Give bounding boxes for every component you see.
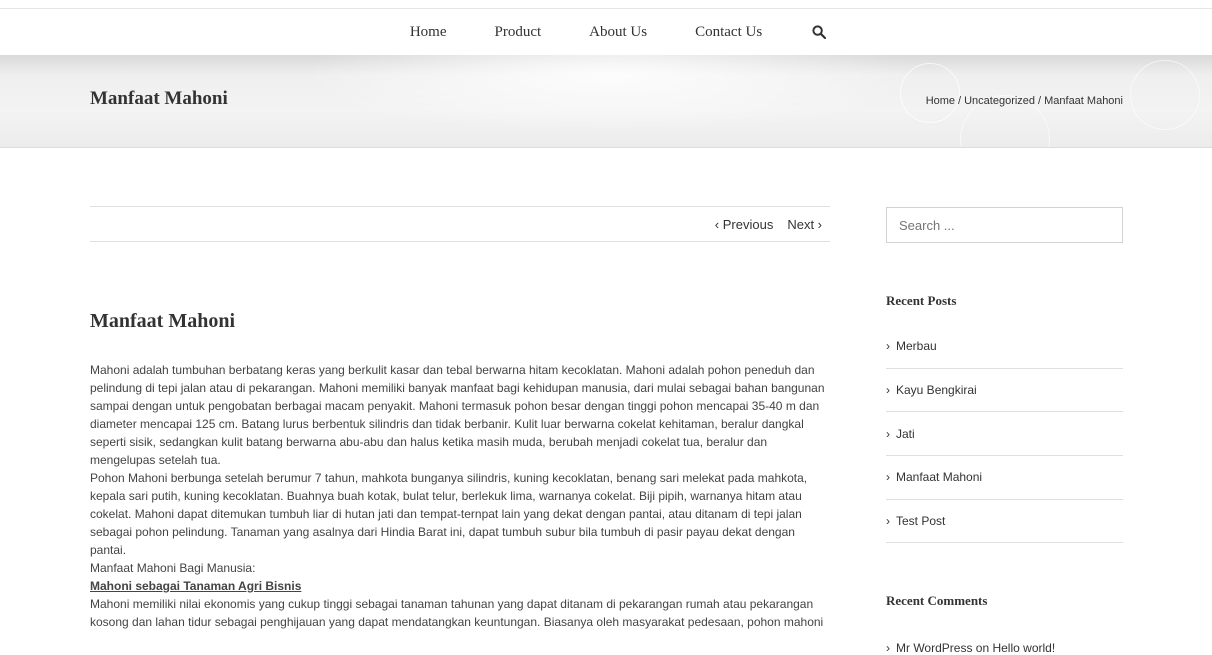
recent-post-item[interactable]: › Jati: [886, 412, 1123, 457]
post-paragraph: Manfaat Mahoni Bagi Manusia:: [90, 561, 256, 575]
recent-post-item[interactable]: › Manfaat Mahoni: [886, 456, 1123, 500]
nav-item-product[interactable]: Product: [495, 24, 542, 41]
recent-posts-title: Recent Posts: [886, 293, 957, 308]
nav-menu: Home Product About Us Contact Us: [386, 24, 827, 41]
recent-comment-label: Mr WordPress on Hello world!: [896, 641, 1056, 655]
nav-item-contact-us[interactable]: Contact Us: [695, 24, 762, 41]
previous-post-link[interactable]: ‹ Previous: [715, 217, 774, 232]
nav-item-home[interactable]: Home: [410, 24, 447, 41]
chevron-right-icon: ›: [886, 470, 890, 485]
breadcrumb-separator: /: [958, 95, 962, 107]
breadcrumb-separator: /: [1038, 95, 1042, 107]
page-title-bar: Manfaat Mahoni Home / Uncategorized / Manfaa…: [0, 55, 1212, 148]
chevron-right-icon: ›: [886, 383, 890, 398]
post-paragraph: Mahoni adalah tumbuhan berbatang keras y…: [90, 363, 825, 467]
recent-post-item[interactable]: › Kayu Bengkirai: [886, 369, 1123, 413]
recent-post-item[interactable]: › Test Post: [886, 500, 1123, 544]
breadcrumb-current: Manfaat Mahoni: [1044, 95, 1123, 107]
recent-post-item[interactable]: › Merbau: [886, 325, 1123, 369]
recent-comments-title: Recent Comments: [886, 593, 988, 608]
top-navigation: Home Product About Us Contact Us: [0, 8, 1212, 55]
recent-post-label: Merbau: [896, 339, 937, 354]
post-paragraph: Pohon Mahoni berbunga setelah berumur 7 …: [90, 471, 808, 557]
chevron-right-icon: ›: [886, 426, 890, 441]
breadcrumb-home[interactable]: Home: [926, 95, 955, 107]
next-post-link[interactable]: Next ›: [787, 217, 822, 232]
recent-post-label: Manfaat Mahoni: [896, 470, 983, 485]
title-bar-glow: [300, 55, 920, 135]
recent-comment-item[interactable]: › Mr WordPress on Hello world!: [886, 641, 1055, 655]
chevron-right-icon: ›: [886, 339, 890, 354]
search-icon[interactable]: [812, 25, 827, 39]
title-bar-bubble: [1130, 60, 1200, 130]
sidebar-search-input[interactable]: [886, 207, 1123, 243]
recent-posts-list: › Merbau › Kayu Bengkirai › Jati › Manfaat M…: [886, 325, 1123, 544]
chevron-right-icon: ›: [886, 514, 890, 529]
recent-post-label: Test Post: [896, 514, 946, 529]
post-paragraph: Mahoni memiliki nilai ekonomis yang cuku…: [90, 597, 824, 629]
nav-item-about-us[interactable]: About Us: [589, 24, 647, 41]
breadcrumb-uncategorized[interactable]: Uncategorized: [964, 95, 1035, 107]
post-title: Manfaat Mahoni: [90, 310, 235, 332]
page-title: Manfaat Mahoni: [90, 88, 228, 109]
post-navigation: ‹ Previous Next ›: [90, 206, 830, 242]
title-bar-bubble: [900, 63, 960, 123]
post-content: Mahoni adalah tumbuhan berbatang keras y…: [90, 361, 830, 631]
breadcrumb: Home / Uncategorized / Manfaat Mahoni: [926, 95, 1123, 107]
post-subheading: Mahoni sebagai Tanaman Agri Bisnis: [90, 579, 302, 593]
recent-post-label: Jati: [896, 426, 915, 441]
chevron-right-icon: ›: [886, 641, 890, 655]
recent-post-label: Kayu Bengkirai: [896, 383, 977, 398]
